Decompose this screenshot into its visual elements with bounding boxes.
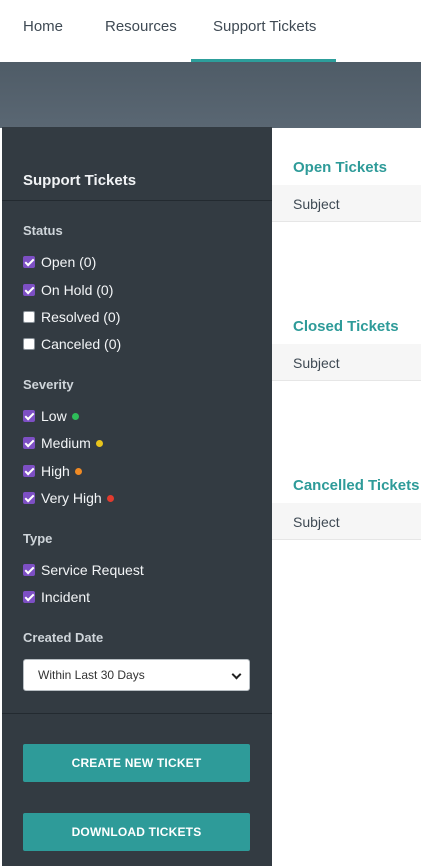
type-service-request-checkbox[interactable]: Service Request bbox=[23, 560, 144, 580]
nav-resources[interactable]: Resources bbox=[105, 0, 177, 62]
header-banner bbox=[0, 62, 421, 128]
closed-tickets-header-row: Subject bbox=[272, 344, 421, 381]
checkbox-checked-icon[interactable] bbox=[23, 564, 35, 576]
checkbox-label: Medium bbox=[41, 435, 91, 451]
green-dot-icon bbox=[71, 412, 79, 420]
nav-home[interactable]: Home bbox=[23, 0, 63, 62]
checkbox-label: High bbox=[41, 463, 70, 479]
severity-low-checkbox[interactable]: Low bbox=[23, 406, 79, 426]
checkbox-unchecked-icon[interactable] bbox=[23, 311, 35, 323]
download-tickets-button[interactable]: DOWNLOAD TICKETS bbox=[23, 813, 250, 851]
select-value: Within Last 30 Days bbox=[38, 668, 145, 682]
status-on-hold-checkbox[interactable]: On Hold (0) bbox=[23, 280, 113, 300]
checkbox-label: Open (0) bbox=[41, 254, 97, 270]
checkbox-checked-icon[interactable] bbox=[23, 256, 35, 268]
checkbox-checked-icon[interactable] bbox=[23, 437, 35, 449]
type-label: Type bbox=[23, 531, 53, 546]
checkbox-label: Low bbox=[41, 408, 67, 424]
type-incident-checkbox[interactable]: Incident bbox=[23, 587, 90, 607]
orange-dot-icon bbox=[74, 467, 82, 475]
checkbox-checked-icon[interactable] bbox=[23, 410, 35, 422]
create-new-ticket-button[interactable]: CREATE NEW TICKET bbox=[23, 744, 250, 782]
sidebar-divider bbox=[2, 200, 272, 201]
created-date-label: Created Date bbox=[23, 630, 104, 645]
checkbox-label: Resolved (0) bbox=[41, 309, 121, 325]
cancelled-tickets-header-row: Subject bbox=[272, 503, 421, 540]
severity-high-checkbox[interactable]: High bbox=[23, 461, 82, 481]
checkbox-label: Very High bbox=[41, 490, 102, 506]
created-date-select[interactable]: Within Last 30 Days bbox=[23, 659, 250, 691]
chevron-down-icon bbox=[231, 669, 242, 680]
top-navigation: Home Resources Support Tickets bbox=[0, 0, 421, 62]
filter-sidebar: Support Tickets Status Open (0) On Hold … bbox=[2, 127, 272, 866]
checkbox-label: Canceled (0) bbox=[41, 336, 122, 352]
severity-very-high-checkbox[interactable]: Very High bbox=[23, 488, 114, 508]
status-resolved-checkbox[interactable]: Resolved (0) bbox=[23, 307, 120, 327]
sidebar-title: Support Tickets bbox=[23, 172, 137, 189]
severity-medium-checkbox[interactable]: Medium bbox=[23, 433, 103, 453]
red-dot-icon bbox=[106, 494, 114, 502]
cancelled-tickets-title: Cancelled Tickets bbox=[293, 477, 420, 494]
severity-label: Severity bbox=[23, 377, 74, 392]
status-label: Status bbox=[23, 223, 63, 238]
sidebar-divider bbox=[2, 713, 272, 714]
open-tickets-header-row: Subject bbox=[272, 185, 421, 222]
checkbox-checked-icon[interactable] bbox=[23, 465, 35, 477]
checkbox-label: Service Request bbox=[41, 562, 144, 578]
checkbox-checked-icon[interactable] bbox=[23, 492, 35, 504]
checkbox-label: Incident bbox=[41, 589, 91, 605]
closed-tickets-title: Closed Tickets bbox=[293, 318, 399, 335]
yellow-dot-icon bbox=[95, 439, 103, 447]
open-tickets-title: Open Tickets bbox=[293, 159, 387, 176]
checkbox-checked-icon[interactable] bbox=[23, 284, 35, 296]
nav-support-tickets[interactable]: Support Tickets bbox=[190, 0, 337, 62]
checkbox-checked-icon[interactable] bbox=[23, 591, 35, 603]
status-open-checkbox[interactable]: Open (0) bbox=[23, 252, 96, 272]
checkbox-label: On Hold (0) bbox=[41, 282, 114, 298]
checkbox-unchecked-icon[interactable] bbox=[23, 338, 35, 350]
status-canceled-checkbox[interactable]: Canceled (0) bbox=[23, 334, 121, 354]
